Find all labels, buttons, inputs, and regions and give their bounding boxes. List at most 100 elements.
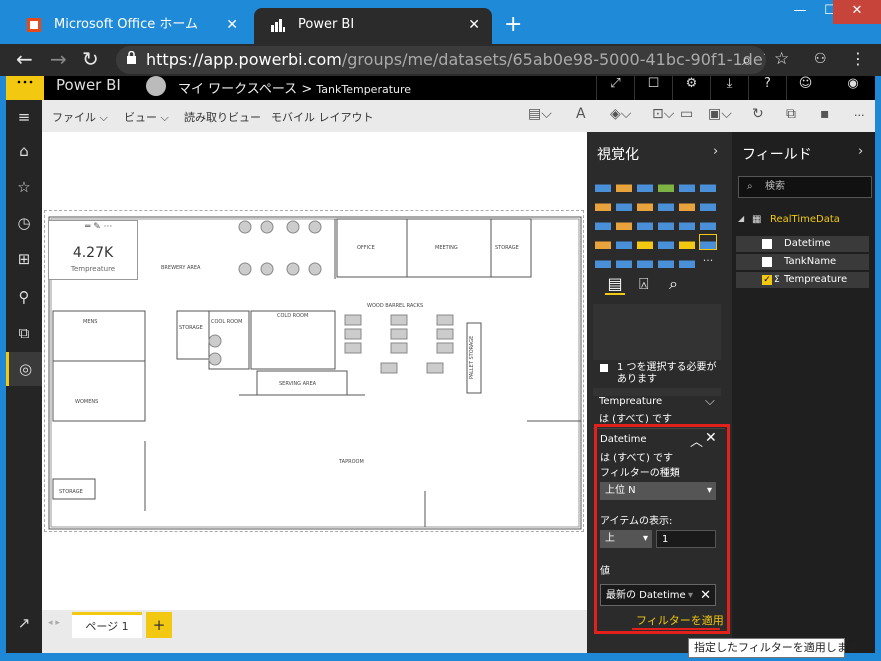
visual-type-icon[interactable] [699,177,717,193]
visual-interaction-icon[interactable]: ⊡⌵ [652,106,674,122]
menu-kebab-icon[interactable]: ⋮ [850,49,866,68]
text-box-icon[interactable]: ▤⌵ [528,106,552,122]
window-close-button[interactable]: ✕ [833,0,881,24]
show-items-count-input[interactable]: 1 [656,530,716,548]
reading-view-button[interactable]: 読み取りビュー [184,109,261,125]
visual-type-icon[interactable] [657,253,675,269]
user-avatar-icon[interactable]: ◉ [834,76,872,100]
dropdown-arrow-icon[interactable]: ▾ [688,585,693,607]
visual-type-icon[interactable] [657,234,675,250]
expand-triangle-icon[interactable]: ◢ [738,214,744,223]
visual-type-icon[interactable] [594,196,612,212]
apps-icon[interactable]: ⊞ [6,242,42,276]
filter-tempreature-name[interactable]: Tempreature [599,396,662,407]
visual-type-icon[interactable] [678,196,696,212]
visual-type-icon[interactable] [636,177,654,193]
my-workspace-icon[interactable]: ◎ [6,352,42,386]
file-menu[interactable]: ファイル ⌵ [52,109,108,125]
feedback-smiley-icon[interactable]: ☺ [786,76,824,100]
visual-type-icon[interactable] [615,215,633,231]
view-menu[interactable]: ビュー ⌵ [124,109,169,125]
new-tab-button[interactable]: + [504,12,522,37]
more-options-button[interactable]: ··· [854,109,865,122]
visual-type-icon[interactable] [615,196,633,212]
kpi-card[interactable]: ═ ✎ ··· 4.27K Tempreature [48,220,138,280]
visual-type-icon[interactable] [636,253,654,269]
require-selection-row[interactable]: 1 つを選択する必要があります [593,360,721,388]
forward-icon[interactable]: → [50,47,67,71]
add-page-button[interactable]: + [146,612,172,638]
visual-type-icon[interactable] [699,215,717,231]
visual-type-icon[interactable] [678,253,696,269]
duplicate-page-icon[interactable]: ▣⌵ [708,106,732,122]
visual-type-icon[interactable] [615,253,633,269]
back-icon[interactable]: ← [16,47,33,71]
filter-datetime-name[interactable]: Datetime [600,434,647,445]
field-checkbox[interactable] [762,239,772,249]
visual-type-icon[interactable] [657,196,675,212]
refresh-icon[interactable]: ↻ [752,106,764,122]
reload-icon[interactable]: ↻ [82,47,99,71]
bookmark-star-icon[interactable]: ☆ [774,49,789,69]
visual-type-icon[interactable] [657,215,675,231]
collapse-chevron-icon[interactable]: › [713,144,718,159]
visual-type-icon[interactable] [594,253,612,269]
mobile-layout-button[interactable]: モバイル レイアウト [271,109,374,125]
copy-icon[interactable]: ⧉ [786,106,796,122]
help-icon[interactable]: ? [748,76,786,100]
visual-type-icon[interactable] [678,234,696,250]
save-icon[interactable]: ▪ [820,106,830,122]
settings-gear-icon[interactable]: ⚙ [672,76,710,100]
get-data-arrow-icon[interactable]: ↗ [6,606,42,640]
visual-header[interactable]: ═ ✎ ··· [85,222,112,232]
visual-type-icon[interactable] [594,215,612,231]
url-field[interactable]: https://app.powerbi.com/groups/me/datase… [116,46,766,74]
notification-icon[interactable]: ☐ [634,76,672,100]
apply-filter-button[interactable]: フィルターを適用 [636,612,724,628]
collapse-chevron-up-icon[interactable]: ︿ [690,431,703,450]
close-tab-icon[interactable]: ✕ [468,8,480,42]
shapes-icon[interactable]: ◈⌵ [610,106,631,122]
visual-type-icon[interactable] [699,196,717,212]
visual-type-icon[interactable] [657,177,675,193]
value-field-well[interactable]: 最新の Datetime ▾ ✕ [600,584,716,606]
more-visuals-icon[interactable]: ··· [699,253,717,269]
analytics-magnifier-icon[interactable]: ⌕ [669,274,678,294]
download-icon[interactable]: ⤓ [710,76,748,100]
visual-type-icon[interactable] [678,177,696,193]
collapse-chevron-icon[interactable]: › [858,144,863,159]
hamburger-menu-icon[interactable]: ≡ [6,100,42,134]
fields-tab-icon[interactable]: ▤ [605,274,625,295]
visual-type-icon[interactable] [636,234,654,250]
field-row-tempreature[interactable]: ✓ Σ Tempreature [736,272,869,288]
checkbox[interactable] [600,364,608,372]
shared-with-me-icon[interactable]: ⚲ [6,280,42,314]
textbox-a-icon[interactable]: A [576,106,586,122]
visual-type-icon[interactable] [615,234,633,250]
zoom-icon[interactable]: ⌕ [742,50,751,70]
visual-type-icon[interactable] [636,215,654,231]
page-nav-arrows[interactable]: ◂ ▸ [48,618,60,628]
show-items-direction-dropdown[interactable]: 上 ▾ [600,530,652,548]
visual-type-icon[interactable] [636,196,654,212]
field-row-tankname[interactable]: TankName [736,254,869,270]
remove-value-close-icon[interactable]: ✕ [700,585,711,607]
remove-filter-close-icon[interactable]: ✕ [705,430,717,446]
field-row-datetime[interactable]: Datetime [736,236,869,252]
breadcrumb-workspace[interactable]: マイ ワークスペース [178,82,297,97]
expand-icon[interactable]: ⤢ [596,76,634,100]
workspaces-icon[interactable]: ⧉ [6,316,42,350]
filter-expand-chevron-icon[interactable]: ⌵ [705,394,715,409]
minimize-button[interactable]: — [785,0,815,24]
extension-icon[interactable]: ⚇ [814,51,827,67]
home-icon[interactable]: ⌂ [6,134,42,168]
format-paint-roller-icon[interactable]: ⍓ [639,274,649,294]
visual-type-icon[interactable] [615,177,633,193]
recent-clock-icon[interactable]: ◷ [6,206,42,240]
field-search-input[interactable]: ⌕ 検索 [738,176,872,198]
filter-type-dropdown[interactable]: 上位 N ▾ [600,482,716,500]
field-checkbox[interactable] [762,257,772,267]
close-tab-icon[interactable]: ✕ [226,8,238,42]
tab-office-home[interactable]: Microsoft Office ホーム ✕ [10,8,250,44]
visual-type-icon[interactable] [594,177,612,193]
